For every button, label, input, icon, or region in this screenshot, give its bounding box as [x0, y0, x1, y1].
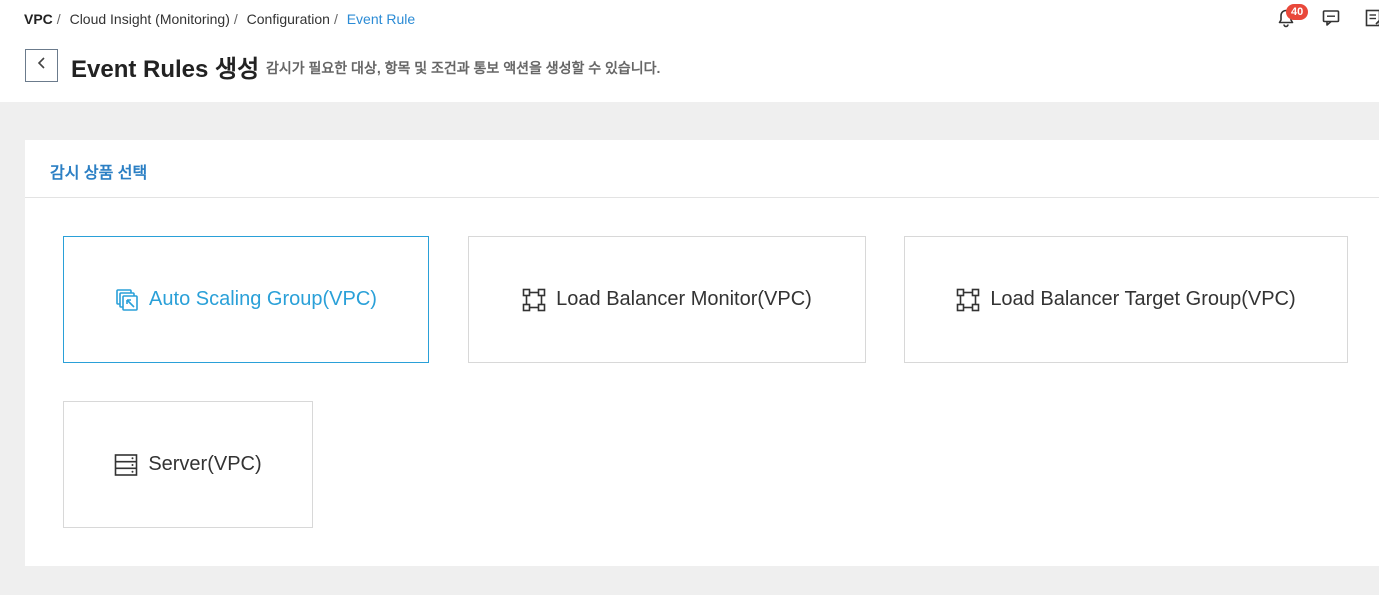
- load-balancer-icon: [956, 288, 980, 312]
- product-card-load-balancer-monitor[interactable]: Load Balancer Monitor(VPC): [468, 236, 866, 363]
- breadcrumb: VPC / Cloud Insight (Monitoring) / Configu…: [24, 11, 415, 27]
- breadcrumb-separator: /: [233, 11, 238, 27]
- top-header: VPC / Cloud Insight (Monitoring) / Configu…: [0, 0, 1379, 102]
- breadcrumb-item-vpc[interactable]: VPC: [24, 11, 53, 27]
- product-card-server[interactable]: Server(VPC): [63, 401, 313, 528]
- breadcrumb-separator: /: [56, 11, 61, 27]
- breadcrumb-item-cloud-insight[interactable]: Cloud Insight (Monitoring): [70, 11, 230, 27]
- breadcrumb-separator: /: [333, 11, 338, 27]
- memo-icon[interactable]: [1364, 8, 1379, 30]
- panel-title: 감시 상품 선택: [50, 165, 148, 182]
- server-icon: [114, 453, 138, 477]
- product-card-label: Load Balancer Monitor(VPC): [556, 288, 812, 310]
- chat-icon[interactable]: [1321, 8, 1343, 30]
- product-select-panel: 감시 상품 선택 Auto Scaling Group(VPC) Load Ba…: [25, 140, 1379, 566]
- product-card-load-balancer-target-group[interactable]: Load Balancer Target Group(VPC): [904, 236, 1348, 363]
- auto-scaling-icon: [115, 288, 139, 312]
- product-card-label: Auto Scaling Group(VPC): [149, 288, 377, 310]
- breadcrumb-item-configuration[interactable]: Configuration: [247, 11, 330, 27]
- load-balancer-icon: [522, 288, 546, 312]
- product-card-label: Load Balancer Target Group(VPC): [990, 288, 1296, 310]
- product-card-auto-scaling-group[interactable]: Auto Scaling Group(VPC): [63, 236, 429, 363]
- page-title: Event Rules 생성: [71, 56, 260, 83]
- page-description: 감시가 필요한 대상, 항목 및 조건과 통보 액션을 생성할 수 있습니다.: [266, 60, 661, 76]
- back-button[interactable]: [25, 49, 58, 82]
- notification-count-badge: 40: [1286, 4, 1309, 20]
- panel-header: 감시 상품 선택: [25, 140, 1379, 198]
- product-card-label: Server(VPC): [148, 453, 262, 475]
- chevron-left-icon: [35, 56, 49, 75]
- breadcrumb-item-event-rule: Event Rule: [346, 11, 416, 27]
